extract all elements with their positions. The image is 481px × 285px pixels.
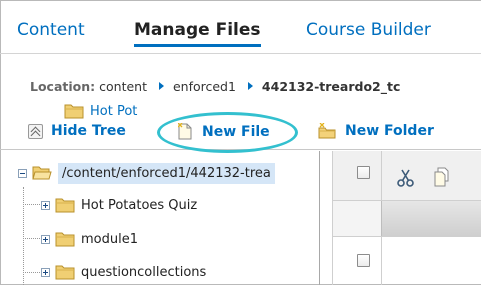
hide-tree-button[interactable]: Hide Tree xyxy=(28,123,126,139)
hide-tree-label: Hide Tree xyxy=(51,123,126,139)
new-folder-label: New Folder xyxy=(345,123,434,139)
tree-connector-line xyxy=(23,272,42,273)
tree-item-hot-potatoes-quiz[interactable]: Hot Potatoes Quiz xyxy=(41,193,197,217)
column-divider xyxy=(381,237,382,285)
tab-course-builder[interactable]: Course Builder xyxy=(306,20,431,40)
tab-content[interactable]: Content xyxy=(17,20,85,40)
tree-item-module1[interactable]: module1 xyxy=(41,227,138,251)
folder-icon xyxy=(55,198,75,213)
tree-item-label: Hot Potatoes Quiz xyxy=(81,197,198,213)
collapse-toggle-icon[interactable] xyxy=(18,168,27,178)
tree-item-root-label: /content/enforced1/442132-trea xyxy=(58,162,275,184)
expand-toggle-icon[interactable] xyxy=(41,267,50,277)
copy-icon[interactable] xyxy=(434,167,452,187)
tree-item-label: questioncollections xyxy=(81,264,207,280)
folder-icon xyxy=(64,104,84,119)
folder-open-icon xyxy=(32,166,52,180)
file-name: Hot Pot xyxy=(90,103,138,119)
location-label: Location: xyxy=(30,79,96,94)
tree-item-root[interactable]: /content/enforced1/442132-trea xyxy=(18,161,275,185)
breadcrumb-content[interactable]: content xyxy=(99,79,147,94)
new-file-highlight-ring xyxy=(157,112,298,153)
expand-toggle-icon[interactable] xyxy=(41,234,50,244)
file-list-header xyxy=(332,201,481,236)
file-list-pane xyxy=(332,151,481,285)
folder-tree: /content/enforced1/442132-trea Hot Potat… xyxy=(0,151,320,285)
file-list-toolbar xyxy=(332,151,481,201)
tree-item-label: module1 xyxy=(81,231,138,247)
tree-connector-line xyxy=(23,187,24,285)
header-checkbox-cell xyxy=(333,201,381,236)
breadcrumb-arrow-icon xyxy=(247,82,253,90)
column-divider xyxy=(381,151,382,201)
breadcrumb-enforced1[interactable]: enforced1 xyxy=(173,79,236,94)
folder-icon xyxy=(55,232,75,247)
tab-manage-files[interactable]: Manage Files xyxy=(134,20,261,47)
breadcrumb-arrow-icon xyxy=(158,82,164,90)
breadcrumb: Location: content enforced1 442132-trear… xyxy=(30,79,400,94)
collapse-up-icon xyxy=(28,123,43,139)
expand-toggle-icon[interactable] xyxy=(41,200,50,210)
tree-connector-line xyxy=(23,238,42,239)
tree-connector-line xyxy=(23,204,42,205)
breadcrumb-current-folder: 442132-treardo2_tc xyxy=(261,79,401,94)
new-folder-button[interactable]: New Folder xyxy=(318,123,434,139)
tab-bar: Content Manage Files Course Builder xyxy=(0,0,481,54)
table-row[interactable] xyxy=(332,236,481,285)
cut-icon[interactable] xyxy=(396,168,416,188)
select-all-checkbox[interactable] xyxy=(357,166,370,179)
folder-icon xyxy=(55,265,75,280)
column-divider xyxy=(381,201,382,236)
file-link-hot-potatoes[interactable]: Hot Pot xyxy=(64,103,137,119)
tree-item-questioncollections[interactable]: questioncollections xyxy=(41,260,206,284)
row-checkbox[interactable] xyxy=(357,254,370,267)
new-folder-icon xyxy=(318,123,336,139)
